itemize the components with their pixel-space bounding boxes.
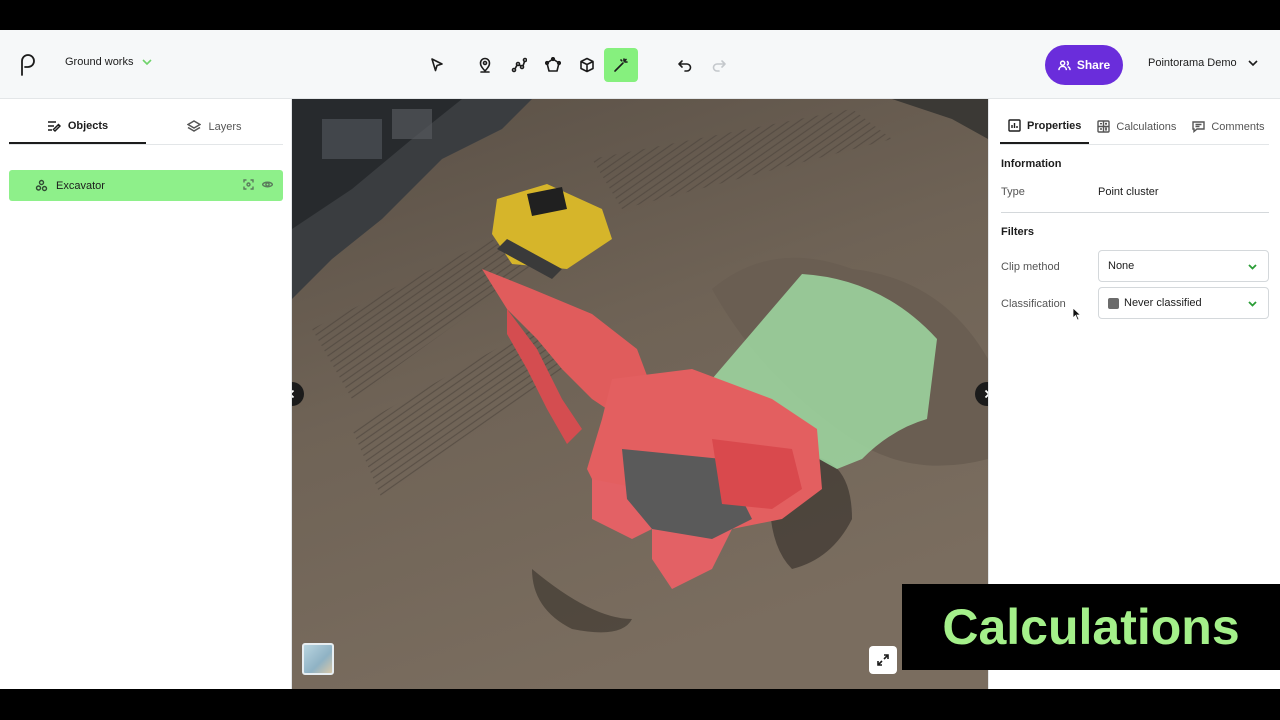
video-caption: Calculations: [902, 584, 1280, 670]
tab-objects-label: Objects: [67, 119, 109, 132]
classification-select[interactable]: Never classified: [1098, 287, 1269, 319]
left-sidebar: Objects Layers Excavator: [0, 99, 292, 689]
user-menu[interactable]: Pointorama Demo: [1148, 57, 1259, 69]
information-heading: Information: [1001, 158, 1062, 170]
tab-layers-label: Layers: [208, 120, 242, 133]
tool-bar: [420, 48, 736, 82]
pin-tool-button[interactable]: [468, 48, 502, 82]
point-cloud-viewport[interactable]: [292, 99, 988, 689]
point-cloud-scene: [292, 99, 988, 689]
cursor-arrow-icon: [431, 58, 443, 72]
chevron-down-icon: [1248, 301, 1257, 307]
eye-icon[interactable]: [262, 179, 273, 190]
pointorama-logo[interactable]: [16, 53, 38, 77]
map-pin-icon: [479, 57, 491, 73]
tab-objects[interactable]: Objects: [9, 109, 146, 144]
tab-comments[interactable]: Comments: [1184, 109, 1272, 144]
classification-value: Never classified: [1124, 297, 1202, 309]
object-label: Excavator: [56, 179, 105, 192]
object-item-excavator[interactable]: Excavator: [9, 170, 283, 201]
classification-label: Classification: [1001, 298, 1066, 310]
clip-method-select[interactable]: None: [1098, 250, 1269, 282]
chevron-down-icon: [142, 59, 153, 66]
share-button[interactable]: Share: [1045, 45, 1123, 85]
expand-icon: [877, 654, 889, 666]
comment-icon: [1192, 121, 1206, 133]
letterbox-bottom: [0, 689, 1280, 720]
letterbox-top: [0, 0, 1280, 30]
share-label: Share: [1076, 58, 1111, 72]
type-label: Type: [1001, 186, 1025, 198]
right-tabs: Properties Calculations Comments: [1000, 109, 1269, 145]
focus-icon[interactable]: [243, 179, 254, 190]
polyline-icon: [511, 57, 527, 73]
chevron-left-icon: [292, 389, 295, 399]
project-name: Ground works: [65, 56, 134, 68]
left-tabs: Objects Layers: [9, 109, 283, 145]
tab-properties-label: Properties: [1027, 119, 1082, 132]
layers-icon: [187, 119, 202, 132]
box-tool-button[interactable]: [570, 48, 604, 82]
tab-calculations-label: Calculations: [1116, 120, 1177, 133]
tab-comments-label: Comments: [1211, 120, 1265, 133]
chevron-down-icon: [1248, 60, 1258, 67]
minimap-thumbnail[interactable]: [302, 643, 334, 675]
object-actions: [243, 179, 273, 190]
user-name: Pointorama Demo: [1148, 57, 1237, 69]
polyline-tool-button[interactable]: [502, 48, 536, 82]
clip-method-label: Clip method: [1001, 261, 1060, 273]
magic-wand-tool-button[interactable]: [604, 48, 638, 82]
filters-heading: Filters: [1001, 226, 1035, 238]
top-bar: Ground works Share Pointorama Demo: [0, 30, 1280, 99]
undo-icon: [678, 60, 692, 72]
tab-properties[interactable]: Properties: [1000, 109, 1090, 144]
select-tool-button[interactable]: [420, 48, 454, 82]
cube-icon: [580, 57, 594, 73]
clip-method-value: None: [1108, 260, 1135, 272]
project-selector[interactable]: Ground works: [65, 56, 153, 68]
users-icon: [1057, 59, 1071, 70]
redo-button[interactable]: [702, 48, 736, 82]
point-cluster-icon: [35, 179, 48, 192]
classification-color-swatch: [1108, 297, 1119, 309]
mouse-cursor-icon: [1072, 307, 1082, 321]
calculator-icon: [1097, 120, 1111, 133]
chevron-down-icon: [1248, 264, 1257, 270]
type-value: Point cluster: [1098, 186, 1159, 198]
magic-wand-icon: [614, 58, 628, 72]
tab-calculations[interactable]: Calculations: [1089, 109, 1184, 144]
section-divider: [1001, 212, 1269, 213]
redo-icon: [712, 60, 726, 72]
bar-chart-icon: [1008, 119, 1021, 132]
fullscreen-button[interactable]: [869, 646, 897, 674]
polygon-tool-button[interactable]: [536, 48, 570, 82]
edit-list-icon: [47, 120, 61, 132]
undo-button[interactable]: [668, 48, 702, 82]
polygon-icon: [545, 57, 561, 72]
tab-layers[interactable]: Layers: [146, 109, 283, 144]
